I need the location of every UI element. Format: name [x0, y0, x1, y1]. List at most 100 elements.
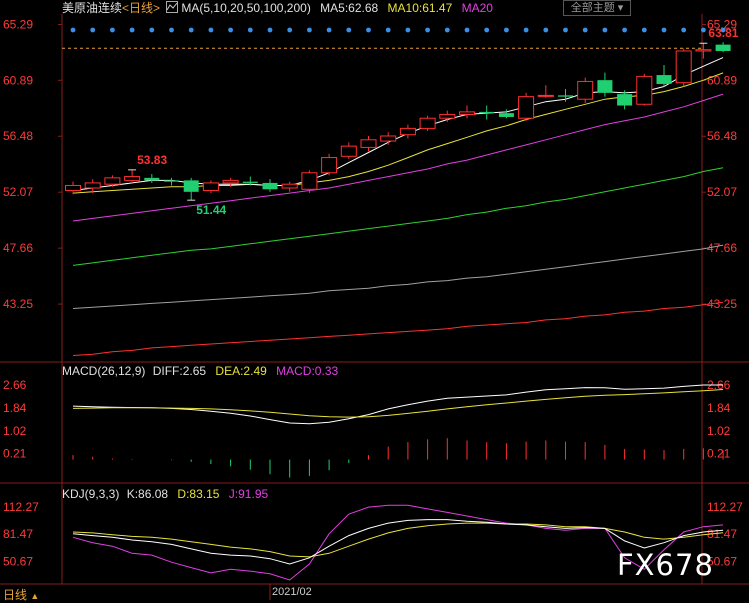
macd-diff-line [72, 384, 724, 425]
y-tick-left: 47.66 [3, 241, 33, 255]
y-tick-left: 52.07 [3, 185, 33, 199]
period-tab-label: 日线 [3, 588, 28, 602]
ma-label: MA(5,10,20,50,100,200) [181, 1, 311, 15]
event-marker-dot [425, 27, 430, 33]
ma50-line [72, 167, 724, 266]
event-marker-dot [563, 27, 568, 33]
kdj-header: KDJ(9,3,3) K:86.08 D:83.15 J:91.95 [62, 487, 268, 501]
macd-y-tick-left: 1.02 [3, 424, 27, 438]
candle-body [321, 157, 338, 174]
candle-body [498, 113, 514, 117]
candle-body [360, 139, 377, 148]
candle-body [124, 176, 141, 181]
event-marker-dot [622, 27, 627, 33]
candle-body [340, 145, 357, 157]
event-marker-dot [90, 27, 96, 33]
event-marker-dot [405, 27, 411, 33]
period-tab-daily[interactable]: 日线 ▲ [3, 586, 39, 603]
kdj-j: J:91.95 [228, 487, 269, 501]
chart-stage: 65.29 65.2960.89 60.8956.48 56.4852.07 52.07… [0, 14, 749, 600]
event-marker-dot [287, 27, 293, 33]
y-tick-right: 60.89 [707, 73, 737, 87]
event-marker-dot [208, 27, 214, 33]
macd-header: MACD(26,12,9) DIFF:2.65 DEA:2.49 MACD:0.… [62, 364, 338, 378]
ma200-line [72, 301, 724, 356]
candle-body [675, 50, 692, 84]
event-marker-dot [70, 27, 76, 33]
candle-body [399, 127, 416, 136]
candle-body [419, 117, 436, 129]
candle-body [518, 96, 535, 119]
event-marker-dot [188, 27, 194, 33]
ma100-line [72, 244, 724, 309]
event-marker-dot [701, 27, 706, 33]
event-marker-dot [346, 27, 352, 33]
event-marker-dot [602, 27, 608, 33]
ma20-value: MA20 [461, 1, 493, 15]
event-marker-dot [307, 27, 312, 33]
ma5-line [72, 57, 724, 191]
kdj-label: KDJ(9,3,3) [62, 487, 120, 501]
theme-button-label: 全部主题 [570, 2, 615, 14]
theme-button[interactable]: 全部主题 ▾ [563, 0, 631, 16]
macd-dea: DEA:2.49 [215, 364, 267, 378]
candle-body [695, 49, 712, 52]
y-tick-left: 56.48 [3, 129, 33, 143]
event-marker-dot [543, 27, 549, 33]
candle-body [65, 184, 81, 192]
macd-dea-line [72, 389, 724, 418]
event-marker-dot [484, 27, 490, 33]
event-marker-dot [247, 27, 253, 33]
macd-diff: DIFF:2.65 [152, 364, 207, 378]
macd-y-tick-left: 0.21 [3, 447, 27, 461]
candle-body [281, 183, 298, 189]
candle-body [479, 111, 495, 114]
event-marker-dot [149, 27, 155, 33]
event-marker-dot [267, 27, 273, 33]
instrument-name: 美原油连续 [62, 1, 123, 15]
y-tick-left: 43.25 [3, 297, 33, 311]
kdj-y-tick-left: 50.67 [3, 555, 33, 569]
candle-body [144, 177, 160, 181]
candle-body [558, 95, 573, 97]
ma5-value: MA5:62.68 [320, 1, 379, 15]
event-marker-dot [464, 27, 470, 33]
ma-settings-icon[interactable] [166, 1, 179, 13]
kdj-d: D:83.15 [177, 487, 220, 501]
event-marker-dot [169, 27, 174, 33]
price-annotation: 53.83 [137, 153, 167, 167]
candle-body [656, 75, 672, 84]
candle-body [617, 94, 633, 106]
chevron-down-icon: ▾ [617, 2, 624, 14]
candle-body [222, 179, 239, 184]
y-tick-left: 60.89 [3, 73, 33, 87]
candle-body [104, 177, 121, 185]
candle-body [183, 180, 199, 192]
macd-y-tick-right: 1.02 [707, 424, 731, 438]
event-marker-dot [385, 27, 391, 33]
watermark: FX678 [617, 548, 714, 582]
candle-body [301, 172, 318, 190]
ma20-line [72, 93, 724, 222]
event-marker-dot [582, 27, 588, 33]
price-header: 美原油连续<日线> MA(5,10,20,50,100,200) MA5:62.… [62, 1, 493, 15]
price-annotation: 63.81 [708, 26, 738, 40]
y-tick-right: 56.48 [707, 129, 737, 143]
kdj-y-tick-left: 112.27 [3, 500, 39, 514]
event-marker-dot [661, 27, 667, 33]
candle-body [597, 80, 613, 93]
event-marker-dot [366, 27, 371, 33]
macd-y-tick-right: 0.21 [707, 447, 731, 461]
period-label[interactable]: <日线> [122, 1, 160, 15]
kdj-k: K:86.08 [126, 487, 169, 501]
event-marker-dot [504, 27, 509, 33]
y-tick-left: 65.29 [3, 17, 33, 31]
candle-body [636, 75, 653, 105]
event-marker-dot [129, 27, 135, 33]
candle-body [715, 44, 731, 51]
macd-y-tick-left: 1.84 [3, 401, 27, 415]
candle-body [439, 113, 456, 119]
kdj-y-tick-left: 81.47 [3, 527, 33, 541]
event-marker-dot [326, 27, 332, 33]
event-marker-dot [641, 27, 647, 33]
